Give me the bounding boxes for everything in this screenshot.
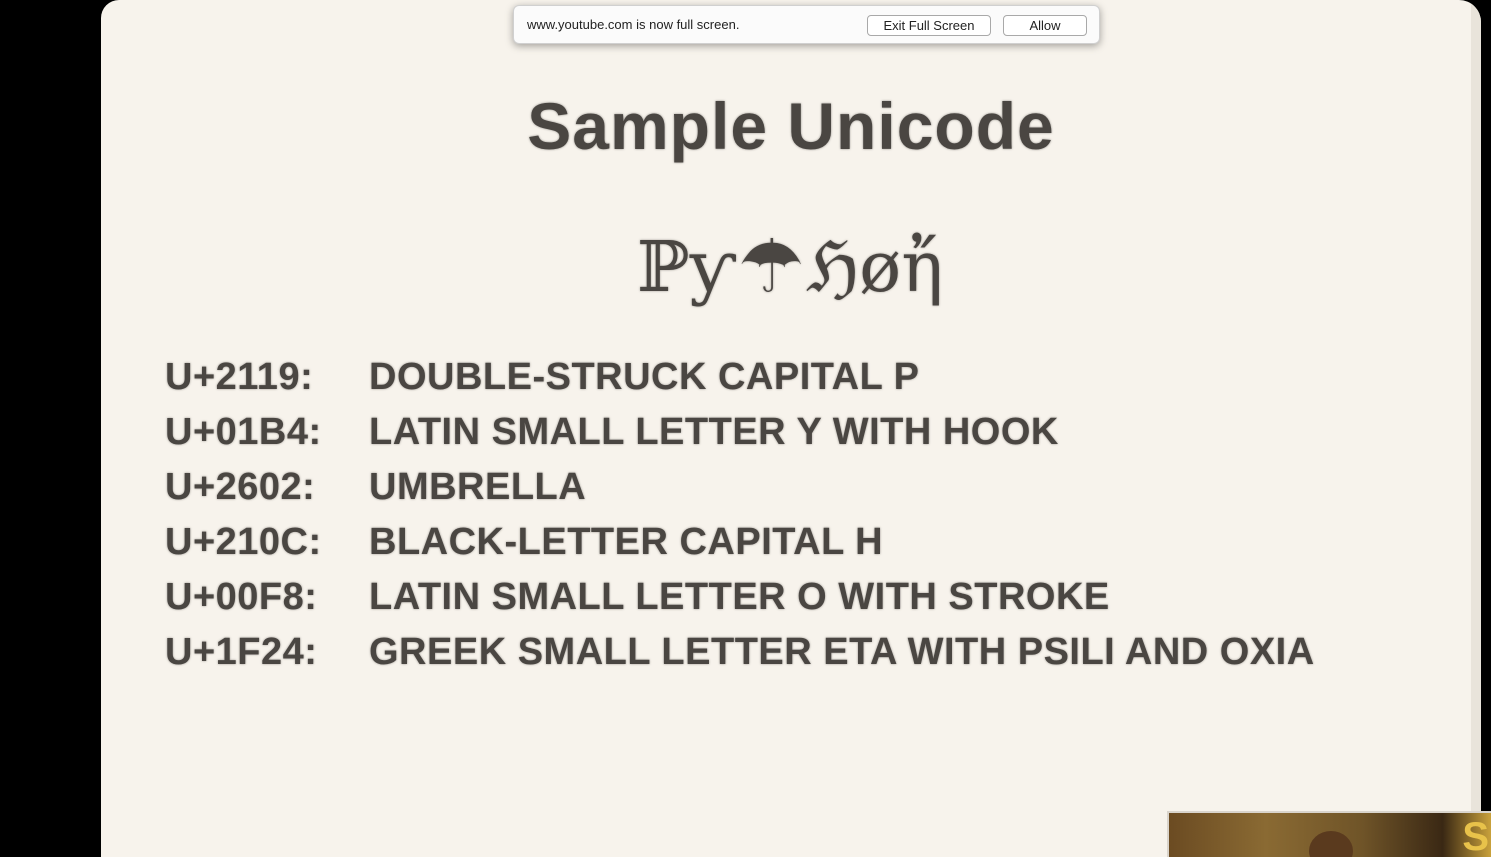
code-point: U+01B4: [165,411,322,453]
character-name: BLACK-LETTER CAPITAL H [369,521,884,563]
fullscreen-alert-message: www.youtube.com is now full screen. [527,17,740,32]
character-name: UMBRELLA [369,466,587,508]
slide: Sample Unicode ℙƴ☂ℌøἤ U+2119: DOUBLE-STRU… [101,0,1481,857]
character-name: DOUBLE-STRUCK CAPITAL P [369,356,920,398]
code-point: U+210C: [165,521,322,563]
speaker-video-inset: S [1167,811,1491,857]
fullscreen-alert: www.youtube.com is now full screen. Exit… [513,5,1100,44]
character-name: LATIN SMALL LETTER O WITH STROKE [369,576,1110,618]
code-point: U+00F8: [165,576,318,618]
code-point: U+2602: [165,466,316,508]
umbrella-icon: ☂ [738,224,805,310]
logo-part-hon: ℌøἤ [806,226,944,308]
codepoint-list: U+2119: DOUBLE-STRUCK CAPITAL P U+01B4: LA… [165,350,1415,680]
character-name: LATIN SMALL LETTER Y WITH HOOK [369,411,1059,453]
code-point: U+1F24: [165,631,318,673]
video-player[interactable]: Sample Unicode ℙƴ☂ℌøἤ U+2119: DOUBLE-STRU… [0,0,1491,857]
list-item: U+01B4: LATIN SMALL LETTER Y WITH HOOK [165,405,1415,460]
speaker-background-letter: S [1462,815,1489,857]
list-item: U+00F8: LATIN SMALL LETTER O WITH STROKE [165,570,1415,625]
character-name: GREEK SMALL LETTER ETA WITH PSILI AND OX… [369,631,1315,673]
exit-full-screen-button[interactable]: Exit Full Screen [867,15,991,36]
allow-button[interactable]: Allow [1003,15,1087,36]
list-item: U+2119: DOUBLE-STRUCK CAPITAL P [165,350,1415,405]
list-item: U+210C: BLACK-LETTER CAPITAL H [165,515,1415,570]
slide-title: Sample Unicode [527,89,1055,163]
python-unicode-logo: ℙƴ☂ℌøἤ [637,222,947,312]
code-point: U+2119: [165,356,314,398]
speaker-figure [1309,831,1353,857]
logo-part-py: ℙƴ [637,226,737,308]
list-item: U+2602: UMBRELLA [165,460,1415,515]
list-item: U+1F24: GREEK SMALL LETTER ETA WITH PSILI… [165,625,1415,680]
